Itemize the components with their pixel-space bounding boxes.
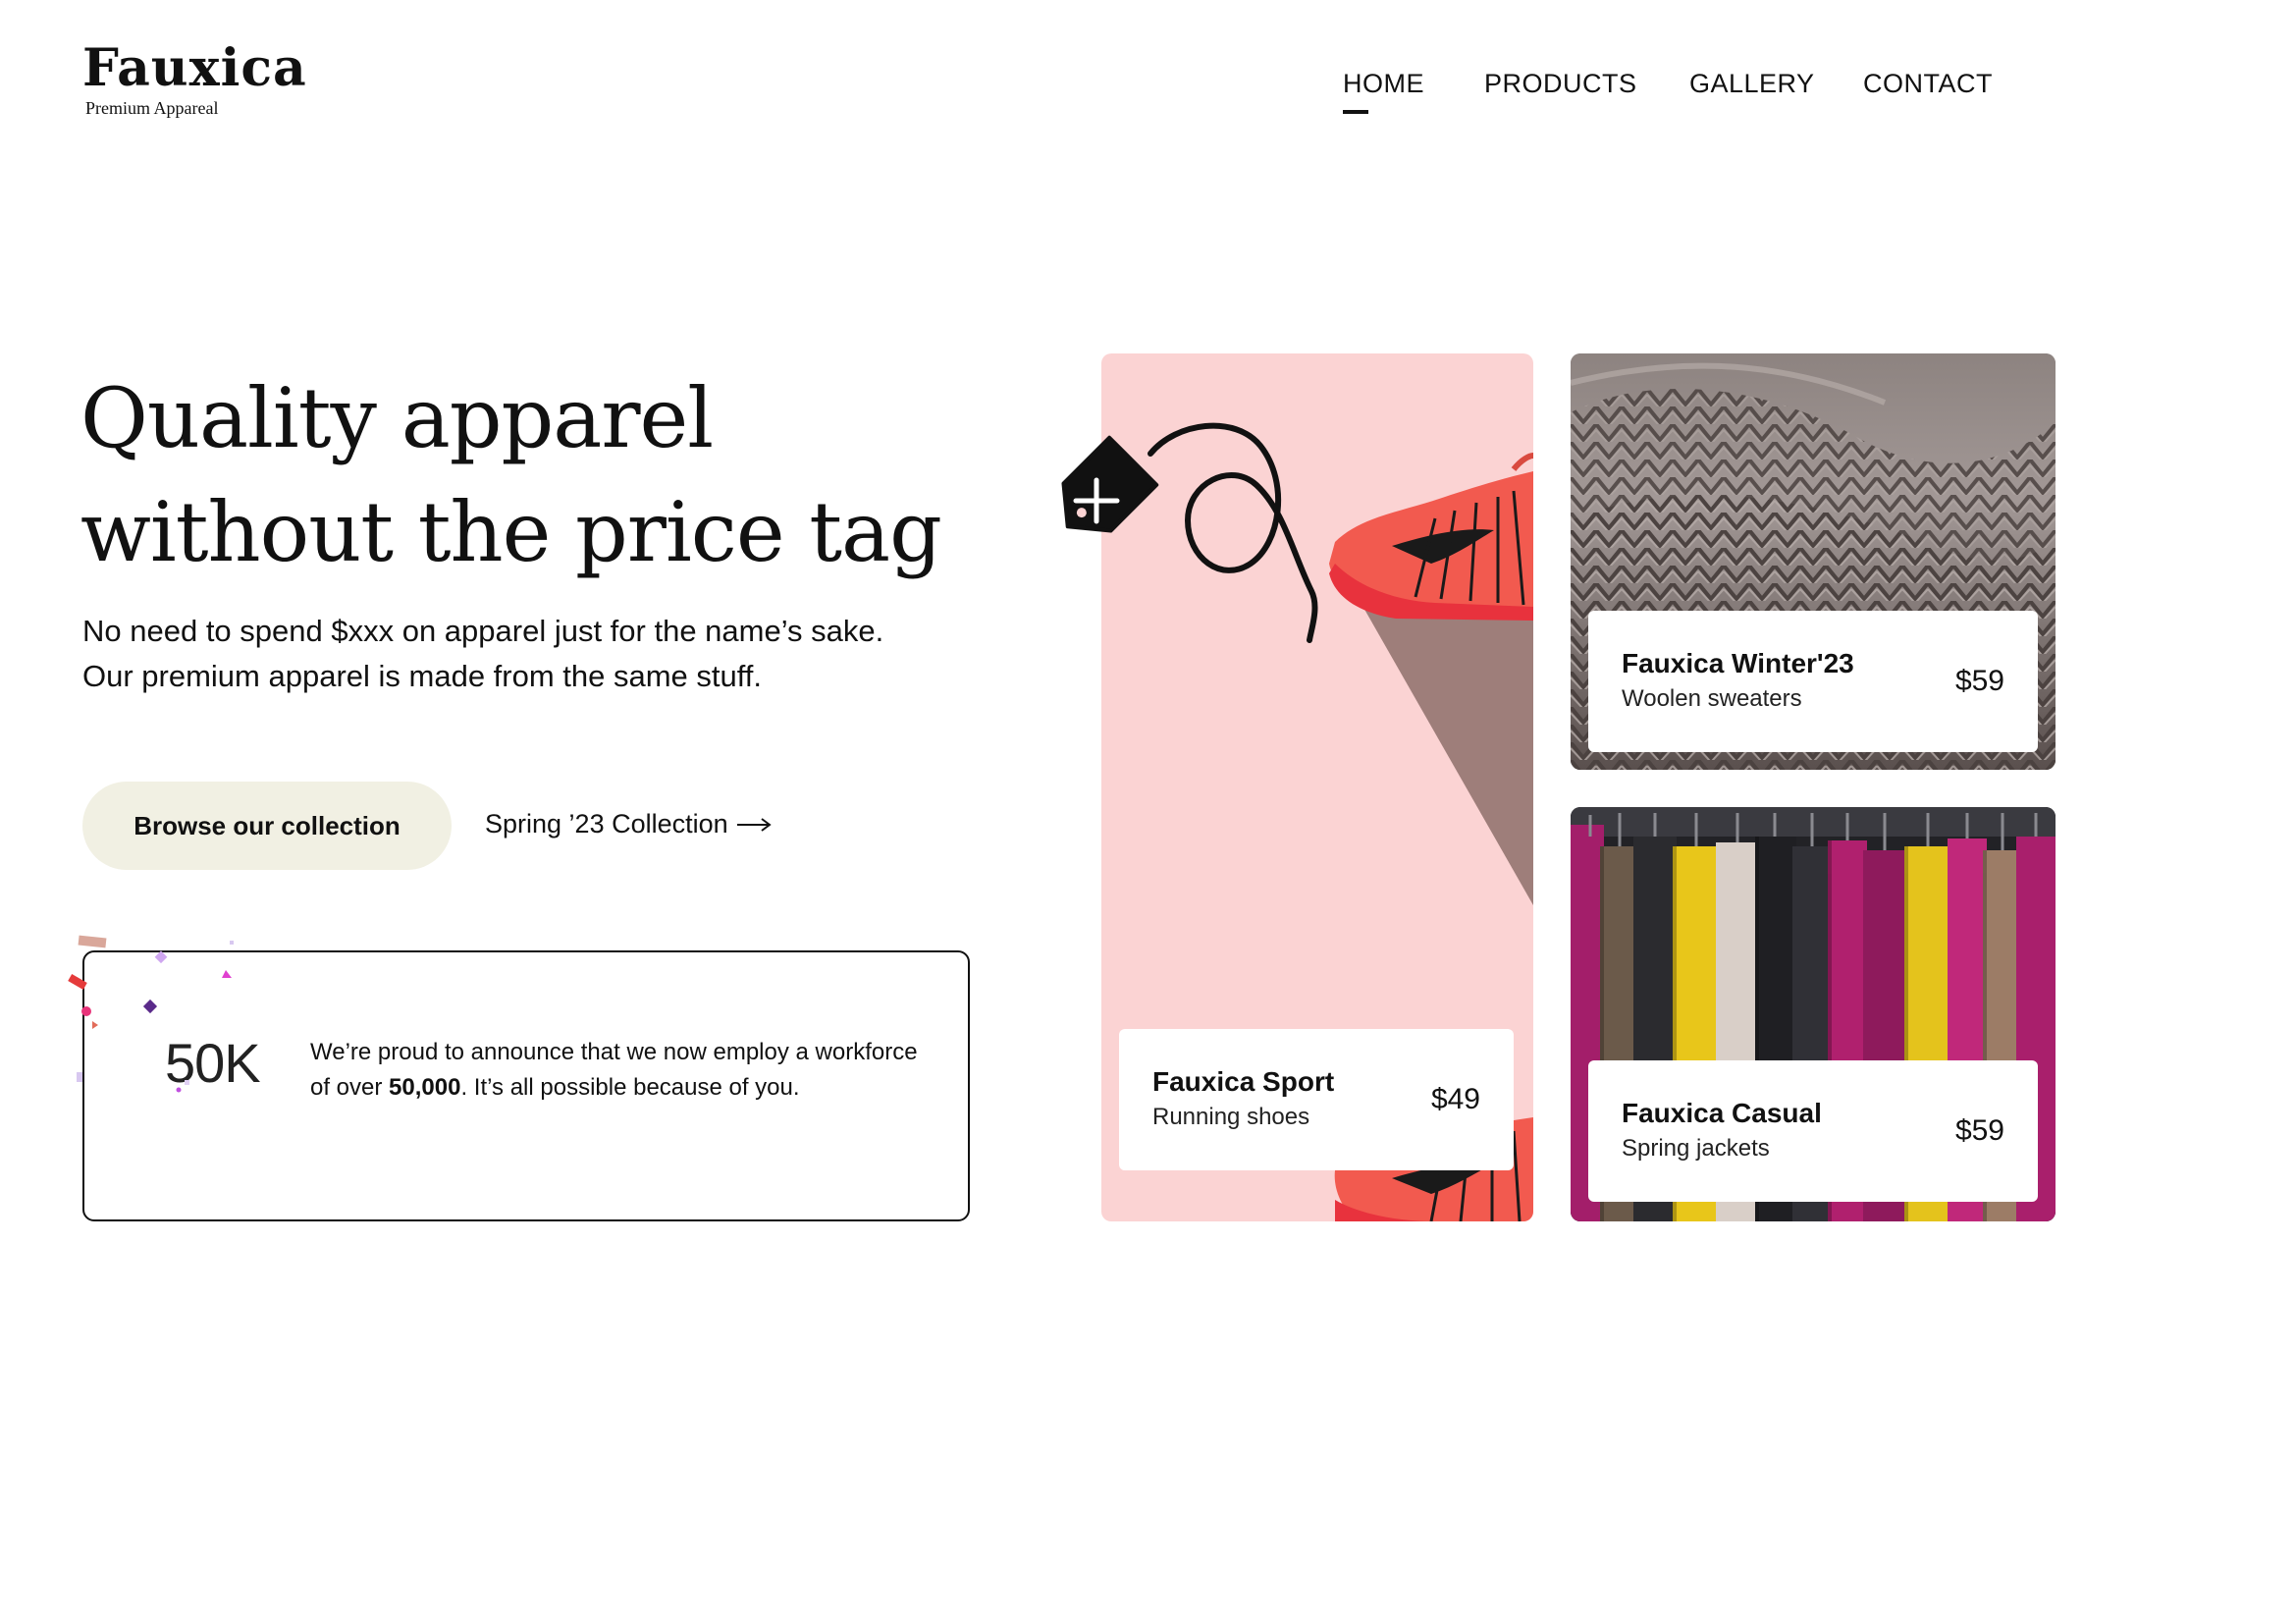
- product-price: $59: [1954, 665, 2004, 697]
- product-info-sport: Fauxica Sport Running shoes $49: [1119, 1029, 1514, 1170]
- product-info-casual: Fauxica Casual Spring jackets $59: [1588, 1060, 2038, 1202]
- announcement-text-end: . It’s all possible because of you.: [460, 1074, 800, 1101]
- nav-item-contact[interactable]: CONTACT: [1863, 69, 1993, 99]
- product-text-casual: Fauxica Casual Spring jackets: [1622, 1096, 1822, 1166]
- product-price: $49: [1430, 1083, 1480, 1115]
- brand-name: Fauxica: [82, 38, 307, 98]
- nav-item-products[interactable]: PRODUCTS: [1484, 69, 1637, 99]
- product-name: Fauxica Casual: [1622, 1098, 1822, 1128]
- product-name: Fauxica Winter'23: [1622, 648, 1854, 678]
- product-card-casual[interactable]: Fauxica Casual Spring jackets $59: [1571, 807, 2056, 1221]
- product-subtitle: Spring jackets: [1622, 1135, 1770, 1162]
- announcement-text-bold: 50,000: [389, 1074, 461, 1101]
- nav-item-gallery[interactable]: GALLERY: [1689, 69, 1815, 99]
- product-info-winter: Fauxica Winter'23 Woolen sweaters $59: [1588, 611, 2038, 752]
- spring-collection-link-label: Spring ’23 Collection: [485, 809, 728, 839]
- announcement-card: 50K We’re proud to announce that we now …: [82, 950, 970, 1221]
- hero-headline-line-1: Quality apparel: [80, 370, 714, 466]
- browse-collection-button[interactable]: Browse our collection: [82, 782, 452, 870]
- product-card-sport[interactable]: Fauxica Sport Running shoes $49: [1101, 353, 1533, 1221]
- spring-collection-link[interactable]: Spring ’23 Collection: [485, 809, 772, 839]
- hero-headline: Quality apparel without the price tag: [80, 361, 1003, 589]
- hero-subtext: No need to spend $xxx on apparel just fo…: [82, 609, 1025, 699]
- nav-item-home[interactable]: HOME: [1343, 69, 1424, 99]
- product-subtitle: Running shoes: [1152, 1104, 1310, 1130]
- product-text-winter: Fauxica Winter'23 Woolen sweaters: [1622, 646, 1854, 717]
- arrow-right-icon: [736, 817, 772, 832]
- product-text-sport: Fauxica Sport Running shoes: [1152, 1064, 1334, 1135]
- hero-headline-line-2: without the price tag: [80, 484, 942, 580]
- nav-active-indicator: [1343, 110, 1368, 114]
- hero-subtext-line-1: No need to spend $xxx on apparel just fo…: [82, 614, 884, 648]
- product-name: Fauxica Sport: [1152, 1066, 1335, 1097]
- product-price: $59: [1954, 1114, 2004, 1147]
- product-subtitle: Woolen sweaters: [1622, 685, 1802, 712]
- announcement-text: We’re proud to announce that we now empl…: [310, 1035, 919, 1106]
- brand-logo[interactable]: Fauxica Premium Appareal: [82, 38, 307, 119]
- hero-subtext-line-2: Our premium apparel is made from the sam…: [82, 659, 763, 693]
- brand-tagline: Premium Appareal: [85, 98, 219, 118]
- product-card-winter[interactable]: Fauxica Winter'23 Woolen sweaters $59: [1571, 353, 2056, 770]
- employee-count: 50K: [165, 1032, 261, 1094]
